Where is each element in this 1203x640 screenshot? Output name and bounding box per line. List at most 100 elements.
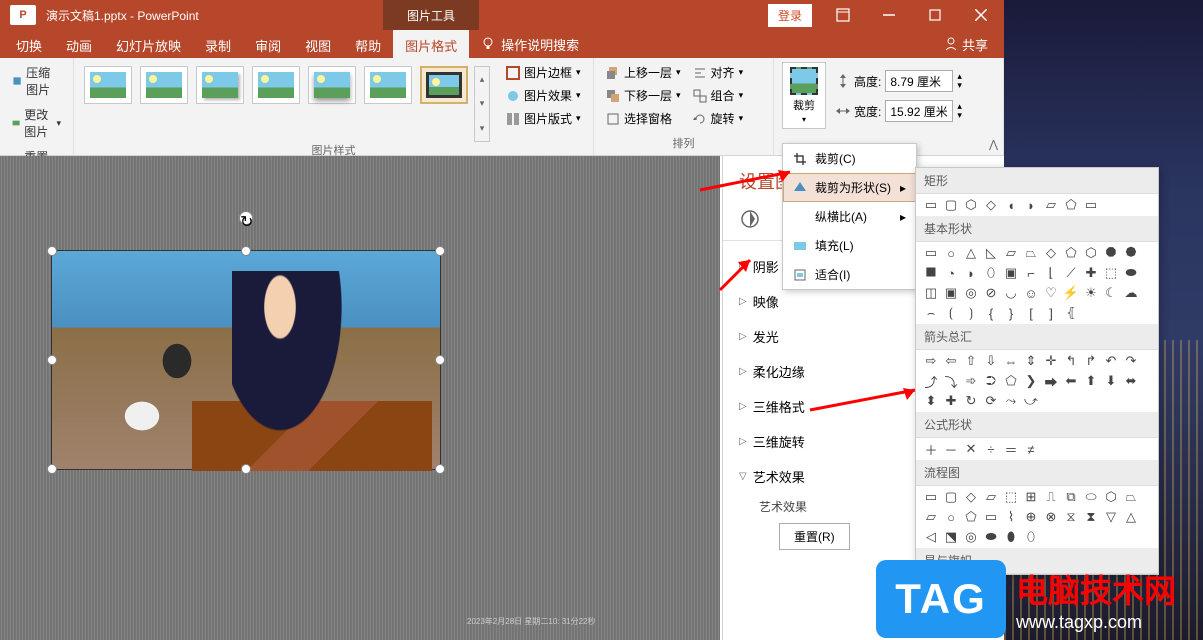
shape-rounded-rect[interactable]: ▢ xyxy=(942,196,960,214)
shape-arrow-lr[interactable]: ⇔ xyxy=(1002,352,1020,370)
shape-arrow-callout-quad[interactable]: ✚ xyxy=(942,392,960,410)
shape-octagon[interactable]: ⯄ xyxy=(1122,244,1140,262)
shape-arrow-callout-d[interactable]: ⬇ xyxy=(1102,372,1120,390)
shape-arrow-swoosh[interactable]: ⤳ xyxy=(1002,392,1020,410)
shape-arrow-circ[interactable]: ↻ xyxy=(962,392,980,410)
tell-me-search[interactable]: 操作说明搜索 xyxy=(481,30,579,58)
selection-pane-button[interactable]: 选择窗格 xyxy=(602,108,685,129)
bring-forward-button[interactable]: 上移一层 ▾ xyxy=(602,62,685,83)
resize-handle-bl[interactable] xyxy=(47,464,57,474)
shape-fc-terminator[interactable]: ⬭ xyxy=(1082,488,1100,506)
tab-picture-format[interactable]: 图片格式 xyxy=(393,30,469,58)
picture-border-button[interactable]: 图片边框 ▾ xyxy=(502,62,585,83)
tab-animations[interactable]: 动画 xyxy=(54,30,104,58)
shape-snip2-rect[interactable]: ◇ xyxy=(982,196,1000,214)
share-button[interactable]: 共享 xyxy=(944,30,988,58)
shape-arrow-quad[interactable]: ✛ xyxy=(1042,352,1060,370)
picture-style-2[interactable] xyxy=(140,66,188,104)
shape-arrow-curved[interactable]: ↷ xyxy=(1122,352,1140,370)
tab-recording[interactable]: 录制 xyxy=(193,30,243,58)
shape-fc-decision[interactable]: ◇ xyxy=(962,488,980,506)
selected-image[interactable]: ↻ xyxy=(51,250,441,470)
tab-view[interactable]: 视图 xyxy=(293,30,343,58)
resize-handle-ml[interactable] xyxy=(47,355,57,365)
change-picture-button[interactable]: 更改图片 ▾ xyxy=(8,104,65,142)
shape-rect[interactable]: ▭ xyxy=(922,196,940,214)
shape-round1-rect[interactable]: ◖ xyxy=(1002,196,1020,214)
rotate-handle[interactable]: ↻ xyxy=(239,211,253,225)
shape-arrow-ud[interactable]: ⇕ xyxy=(1022,352,1040,370)
shape-arrow-curve-r[interactable]: ⤻ xyxy=(1022,392,1040,410)
minimize-button[interactable] xyxy=(866,0,912,30)
shape-fc-or[interactable]: ⊗ xyxy=(1042,508,1060,526)
shape-cloud[interactable]: ☁ xyxy=(1122,284,1140,302)
shape-arrow-pent[interactable]: ⬠ xyxy=(1002,372,1020,390)
shape-minus[interactable]: － xyxy=(942,440,960,458)
shape-multiply[interactable]: ✕ xyxy=(962,440,980,458)
shape-arrow-callout-r[interactable]: ⮕ xyxy=(1042,372,1060,390)
shape-arrow-callout-lr[interactable]: ⬌ xyxy=(1122,372,1140,390)
shape-fc-collate[interactable]: ⧖ xyxy=(1062,508,1080,526)
shape-fc-multidoc[interactable]: ⧉ xyxy=(1062,488,1080,506)
shape-plus-sign[interactable]: ＋ xyxy=(922,440,940,458)
resize-handle-br[interactable] xyxy=(435,464,445,474)
shape-fc-merge[interactable]: △ xyxy=(1122,508,1140,526)
picture-layout-button[interactable]: 图片版式 ▾ xyxy=(502,108,585,129)
picture-style-5[interactable] xyxy=(308,66,356,104)
shape-brace[interactable]: { xyxy=(982,304,1000,322)
shape-chord[interactable]: ◗ xyxy=(962,264,980,282)
shape-fc-prep[interactable]: ⬡ xyxy=(1102,488,1120,506)
shape-fc-junction[interactable]: ⊕ xyxy=(1022,508,1040,526)
compress-pictures-button[interactable]: 压缩图片 xyxy=(8,62,65,100)
shape-fc-tape[interactable]: ⌇ xyxy=(1002,508,1020,526)
shape-snip-rect[interactable]: ⬡ xyxy=(962,196,980,214)
shape-arrow-right[interactable]: ⇨ xyxy=(922,352,940,370)
crop-button[interactable]: 裁剪 ▾ xyxy=(782,62,826,129)
shape-heptagon[interactable]: ⯃ xyxy=(1102,244,1120,262)
reset-button[interactable]: 重置(R) xyxy=(779,523,850,550)
crop-menu-fit[interactable]: 适合(I) xyxy=(783,260,916,289)
resize-handle-tm[interactable] xyxy=(241,246,251,256)
shape-frame[interactable]: ▣ xyxy=(1002,264,1020,282)
height-input[interactable] xyxy=(885,70,953,92)
picture-styles-more[interactable]: ▴▾▾ xyxy=(474,66,490,142)
shape-arrow-notched[interactable]: ⮊ xyxy=(982,372,1000,390)
shape-arrow-striped[interactable]: ➾ xyxy=(962,372,980,390)
shape-equal[interactable]: ＝ xyxy=(1002,440,1020,458)
shape-arrow-bent[interactable]: ↰ xyxy=(1062,352,1080,370)
tab-slideshow[interactable]: 幻灯片放映 xyxy=(104,30,193,58)
shape-fc-internal[interactable]: ⊞ xyxy=(1022,488,1040,506)
panel-tab-fill[interactable] xyxy=(739,208,761,230)
shape-arrow-left[interactable]: ⇦ xyxy=(942,352,960,370)
ribbon-display-button[interactable] xyxy=(820,0,866,30)
send-backward-button[interactable]: 下移一层 ▾ xyxy=(602,85,685,106)
shape-lightning[interactable]: ⚡ xyxy=(1062,284,1080,302)
shape-parallelogram[interactable]: ▱ xyxy=(1002,244,1020,262)
shape-fc-card[interactable]: ▭ xyxy=(982,508,1000,526)
shape-block-arc[interactable]: ◡ xyxy=(1002,284,1020,302)
rotate-button[interactable]: 旋转 ▾ xyxy=(689,108,748,129)
shape-fc-storage[interactable]: ◁ xyxy=(922,528,940,546)
tab-transitions[interactable]: 切换 xyxy=(4,30,54,58)
shape-fc-magnetic[interactable]: ⬬ xyxy=(982,528,1000,546)
resize-handle-mr[interactable] xyxy=(435,355,445,365)
shape-roundsame-rect[interactable]: ▱ xyxy=(1042,196,1060,214)
slide-canvas[interactable]: ↻ 2023年2月28日 星期二10: 31分22秒 xyxy=(0,156,720,640)
shape-brace2[interactable]: } xyxy=(1002,304,1020,322)
picture-style-4[interactable] xyxy=(252,66,300,104)
shape-arrow-bent2[interactable]: ↱ xyxy=(1082,352,1100,370)
shape-right-triangle[interactable]: ◺ xyxy=(982,244,1000,262)
shape-textbox[interactable]: ▭ xyxy=(922,244,940,262)
shape-fc-process[interactable]: ▭ xyxy=(922,488,940,506)
shape-triangle[interactable]: △ xyxy=(962,244,980,262)
shape-fc-delay[interactable]: ⬔ xyxy=(942,528,960,546)
align-button[interactable]: 对齐 ▾ xyxy=(689,62,748,83)
shape-arrow-chevron[interactable]: ❯ xyxy=(1022,372,1040,390)
shape-fc-document[interactable]: ⎍ xyxy=(1042,488,1060,506)
picture-style-6[interactable] xyxy=(364,66,412,104)
shape-snip-round[interactable]: ⬠ xyxy=(1062,196,1080,214)
shape-fc-display[interactable]: ⬯ xyxy=(1022,528,1040,546)
shape-bevel[interactable]: ▣ xyxy=(942,284,960,302)
group-button[interactable]: 组合 ▾ xyxy=(689,85,748,106)
shape-fc-connector[interactable]: ○ xyxy=(942,508,960,526)
